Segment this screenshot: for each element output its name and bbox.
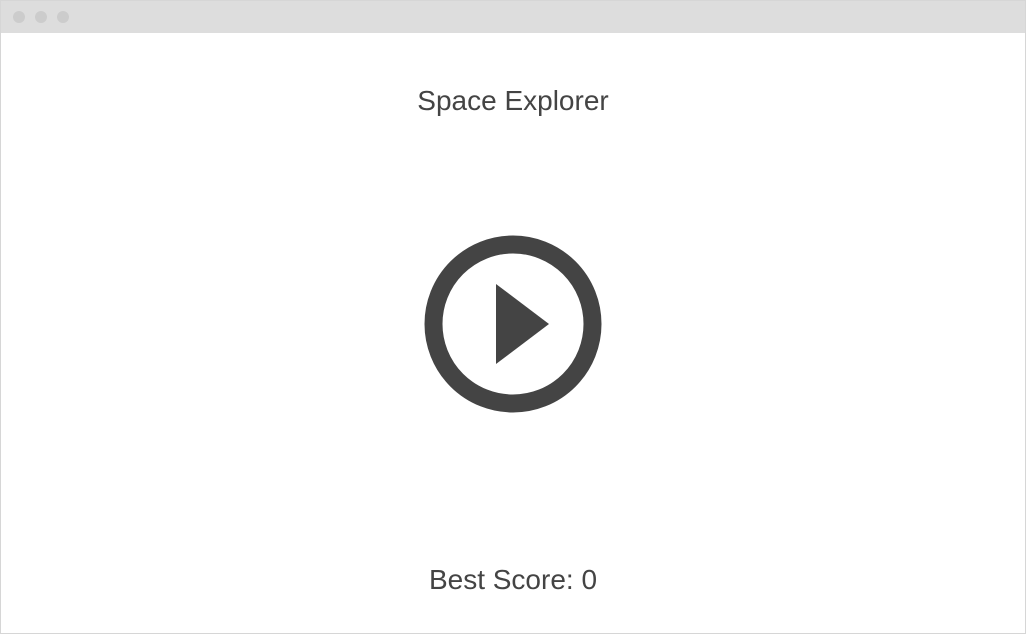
- best-score-label: Best Score: 0: [428, 564, 598, 595]
- game-window: Space Explorer Best Score: 0: [0, 0, 1026, 634]
- window-title-bar: [1, 1, 1025, 33]
- game-title: Space Explorer: [417, 85, 609, 116]
- window-minimize-button[interactable]: [35, 11, 47, 23]
- play-circle-icon: [424, 235, 602, 413]
- window-close-button[interactable]: [13, 11, 25, 23]
- window-zoom-button[interactable]: [57, 11, 69, 23]
- play-button[interactable]: [424, 235, 602, 413]
